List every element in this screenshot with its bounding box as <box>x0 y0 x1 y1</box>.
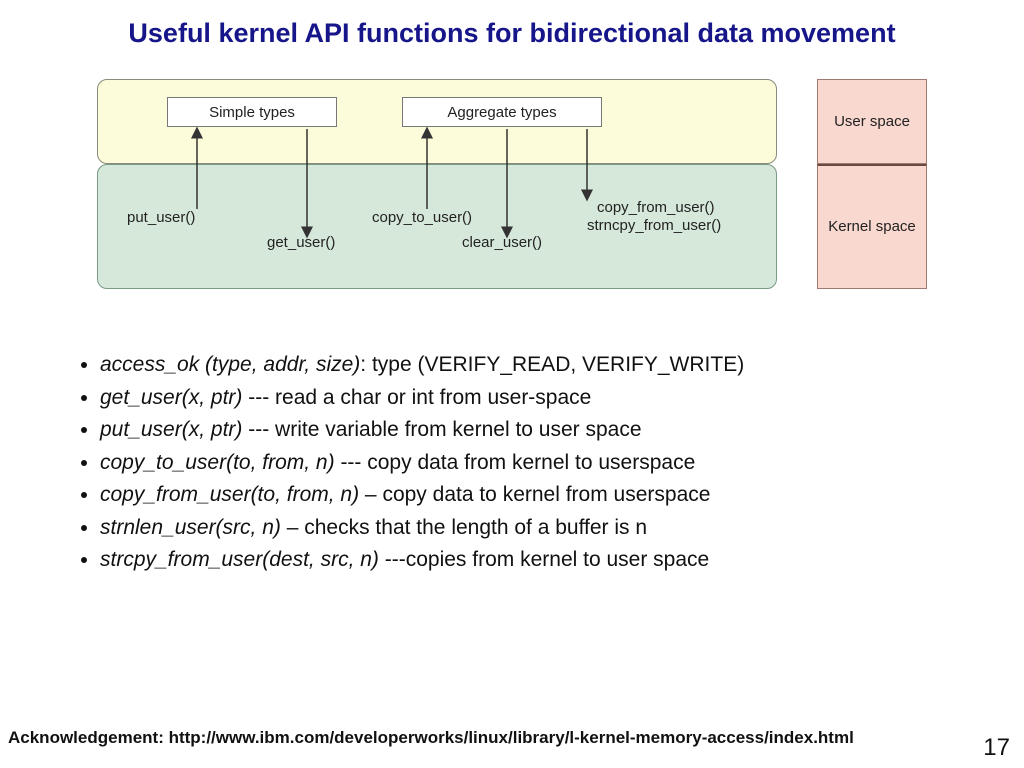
bullet-list: access_ok (type, addr, size): type (VERI… <box>60 349 940 577</box>
page-number: 17 <box>983 734 1010 762</box>
legend-kernel-space: Kernel space <box>817 164 927 289</box>
bullet-item: copy_from_user(to, from, n) – copy data … <box>100 479 940 512</box>
bullet-description: – copy data to kernel from userspace <box>359 483 710 506</box>
bullet-function: get_user(x, ptr) <box>100 386 242 409</box>
bullet-item: strnlen_user(src, n) – checks that the l… <box>100 512 940 545</box>
bullet-function: access_ok (type, addr, size) <box>100 353 360 376</box>
bullet-function: strcpy_from_user(dest, src, n) <box>100 548 379 571</box>
slide-title: Useful kernel API functions for bidirect… <box>0 0 1024 49</box>
bullet-description: – checks that the length of a buffer is … <box>281 516 647 539</box>
diagram: Simple types Aggregate types put_user() … <box>97 79 927 309</box>
legend-column: User space Kernel space <box>817 79 927 289</box>
copy-from-user-label: copy_from_user() <box>597 199 715 216</box>
bullet-description: ---copies from kernel to user space <box>379 548 709 571</box>
legend-user-space: User space <box>817 79 927 164</box>
bullet-function: strnlen_user(src, n) <box>100 516 281 539</box>
bullet-item: strcpy_from_user(dest, src, n) ---copies… <box>100 544 940 577</box>
bullet-item: access_ok (type, addr, size): type (VERI… <box>100 349 940 382</box>
bullet-function: copy_from_user(to, from, n) <box>100 483 359 506</box>
bullet-function: copy_to_user(to, from, n) <box>100 451 335 474</box>
put-user-label: put_user() <box>127 209 195 226</box>
clear-user-label: clear_user() <box>462 234 542 251</box>
copy-to-user-label: copy_to_user() <box>372 209 472 226</box>
bullet-description: --- write variable from kernel to user s… <box>242 418 641 441</box>
aggregate-types-box: Aggregate types <box>402 97 602 127</box>
bullet-item: put_user(x, ptr) --- write variable from… <box>100 414 940 447</box>
get-user-label: get_user() <box>267 234 335 251</box>
bullet-function: put_user(x, ptr) <box>100 418 242 441</box>
simple-types-box: Simple types <box>167 97 337 127</box>
acknowledgement-text: Acknowledgement: http://www.ibm.com/deve… <box>8 728 854 748</box>
bullet-item: copy_to_user(to, from, n) --- copy data … <box>100 447 940 480</box>
bullet-description: : type (VERIFY_READ, VERIFY_WRITE) <box>360 353 744 376</box>
bullet-description: --- copy data from kernel to userspace <box>335 451 696 474</box>
diagram-main-column: Simple types Aggregate types put_user() … <box>97 79 777 289</box>
strncpy-from-user-label: strncpy_from_user() <box>587 217 721 234</box>
bullet-description: --- read a char or int from user-space <box>242 386 591 409</box>
bullet-item: get_user(x, ptr) --- read a char or int … <box>100 382 940 415</box>
